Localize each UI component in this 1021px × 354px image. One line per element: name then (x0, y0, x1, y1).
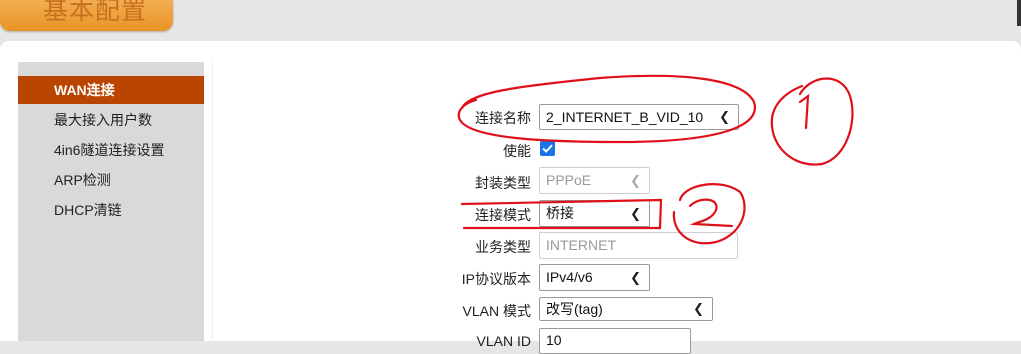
connection-name-select[interactable]: 2_INTERNET_B_VID_10 ❮ (539, 104, 739, 130)
ip-version-value: IPv4/v6 (546, 269, 593, 285)
vlan-mode-select[interactable]: 改写(tag) ❮ (539, 297, 713, 321)
sidebar-item-dhcp-clear[interactable]: DHCP清链 (18, 196, 204, 224)
vlan-mode-label: VLAN 模式 (462, 303, 531, 319)
service-type-field[interactable]: INTERNET (539, 232, 738, 259)
sidebar-item-arp-detect[interactable]: ARP检测 (18, 166, 204, 194)
connection-name-value: 2_INTERNET_B_VID_10 (546, 109, 704, 125)
service-type-label: 业务类型 (475, 239, 531, 255)
vlan-id-value: 10 (546, 332, 562, 348)
chevron-down-icon: ❮ (719, 109, 730, 124)
basic-config-tab[interactable]: 基本配置 (0, 0, 173, 31)
encapsulation-select[interactable]: PPPoE ❮ (539, 167, 650, 194)
encapsulation-label: 封装类型 (475, 175, 531, 191)
sidebar-item-4in6-tunnel[interactable]: 4in6隧道连接设置 (18, 136, 204, 164)
basic-config-tab-label: 基本配置 (43, 0, 148, 25)
vlan-mode-value: 改写(tag) (546, 301, 603, 317)
service-type-value: INTERNET (546, 237, 616, 253)
connection-name-label: 连接名称 (475, 110, 531, 126)
divider (212, 62, 213, 341)
encapsulation-value: PPPoE (546, 172, 592, 188)
connection-mode-value: 桥接 (546, 205, 574, 221)
sidebar: WAN连接 最大接入用户数 4in6隧道连接设置 ARP检测 DHCP清链 (18, 62, 204, 341)
chevron-down-icon: ❮ (630, 206, 641, 221)
connection-mode-label: 连接模式 (475, 207, 531, 223)
vlan-id-field[interactable]: 10 (539, 328, 691, 354)
chevron-down-icon: ❮ (693, 301, 704, 316)
ip-version-select[interactable]: IPv4/v6 ❮ (539, 264, 650, 291)
chevron-down-icon: ❮ (630, 270, 641, 285)
enable-label: 使能 (503, 143, 531, 159)
checkmark-icon (542, 144, 553, 153)
connection-mode-select[interactable]: 桥接 ❮ (539, 200, 650, 227)
sidebar-item-wan[interactable]: WAN连接 (18, 76, 204, 104)
window-edge (1017, 0, 1021, 26)
vlan-id-label: VLAN ID (476, 333, 531, 349)
ip-version-label: IP协议版本 (461, 271, 531, 287)
sidebar-item-max-users[interactable]: 最大接入用户数 (18, 106, 204, 134)
enable-checkbox[interactable] (540, 141, 555, 156)
chevron-down-icon: ❮ (630, 173, 641, 188)
